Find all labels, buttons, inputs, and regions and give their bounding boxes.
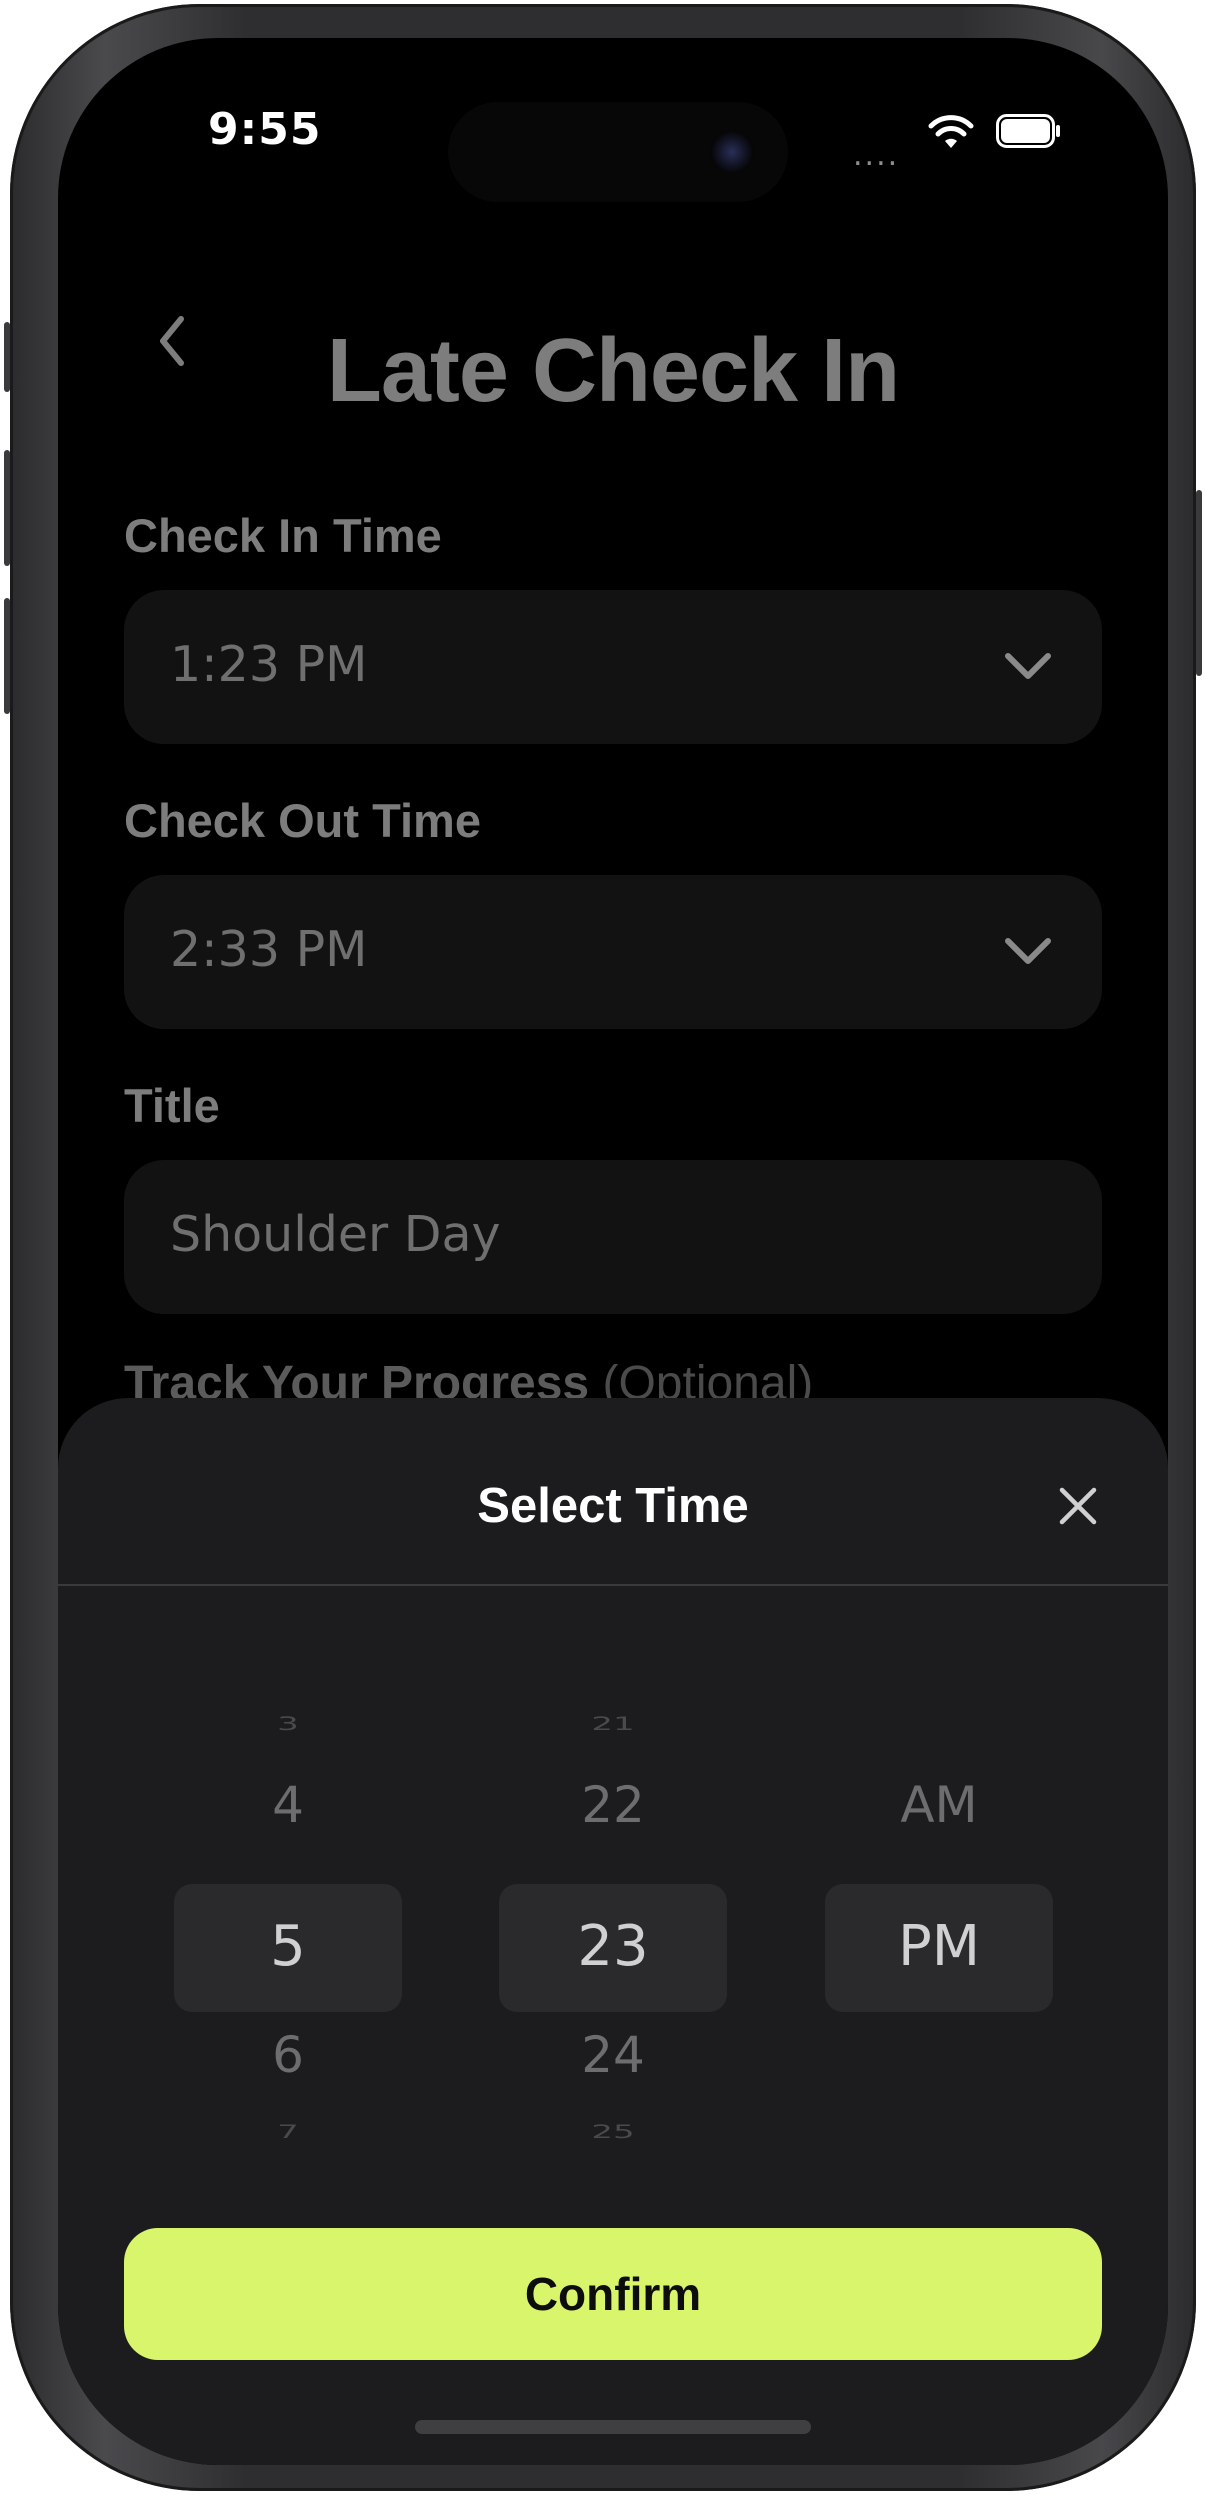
title-value: Shoulder Day — [170, 1206, 501, 1263]
battery-icon — [996, 114, 1060, 148]
check-out-dropdown[interactable]: 2:33 PM — [124, 875, 1102, 1029]
check-out-label: Check Out Time — [124, 794, 481, 847]
sheet-divider — [58, 1584, 1168, 1586]
title-label: Title — [124, 1079, 220, 1132]
confirm-button[interactable]: Confirm — [124, 2228, 1102, 2360]
minute-option[interactable]: 22 — [499, 1776, 727, 1834]
hour-option[interactable]: 6 — [174, 2026, 402, 2084]
period-selected[interactable]: PM — [825, 1914, 1053, 1979]
check-in-label: Check In Time — [124, 509, 442, 562]
hour-option[interactable]: 3 — [174, 1713, 402, 1735]
minute-option[interactable]: 24 — [499, 2026, 727, 2084]
period-option-am[interactable]: AM — [825, 1776, 1053, 1834]
check-in-dropdown[interactable]: 1:23 PM — [124, 590, 1102, 744]
sheet-title: Select Time — [477, 1479, 749, 1533]
hour-option[interactable]: 7 — [174, 2121, 402, 2143]
phone-frame: 9:55 .... Late Check In Check In Time 1:… — [4, 4, 1202, 2491]
minute-option[interactable]: 25 — [499, 2121, 727, 2143]
check-in-value: 1:23 PM — [170, 636, 368, 693]
chevron-down-icon — [1005, 938, 1051, 964]
status-time: 9:55 — [208, 104, 322, 155]
app-screen: 9:55 .... Late Check In Check In Time 1:… — [58, 38, 1168, 2465]
signal-icon: .... — [853, 138, 900, 173]
volume-up-button — [4, 450, 10, 566]
power-button — [1196, 490, 1202, 676]
wifi-icon — [928, 115, 974, 148]
hour-picker[interactable]: 3 4 5 6 7 — [174, 1658, 402, 2178]
check-out-value: 2:33 PM — [170, 921, 368, 978]
select-time-sheet: Select Time 3 4 5 6 7 21 22 23 24 25 AM … — [58, 1398, 1168, 2465]
page-title: Late Check In — [326, 321, 900, 421]
title-input[interactable]: Shoulder Day — [124, 1160, 1102, 1314]
hour-option[interactable]: 4 — [174, 1776, 402, 1834]
period-picker[interactable]: AM PM — [825, 1658, 1053, 2178]
hour-selected[interactable]: 5 — [174, 1914, 402, 1979]
camera-icon — [710, 130, 754, 174]
volume-down-button — [4, 598, 10, 714]
home-indicator[interactable] — [415, 2420, 811, 2434]
minute-selected[interactable]: 23 — [499, 1914, 727, 1979]
minute-option[interactable]: 21 — [499, 1713, 727, 1735]
close-icon[interactable] — [1054, 1482, 1102, 1530]
chevron-down-icon — [1005, 653, 1051, 679]
minute-picker[interactable]: 21 22 23 24 25 — [499, 1658, 727, 2178]
action-button — [4, 322, 10, 392]
